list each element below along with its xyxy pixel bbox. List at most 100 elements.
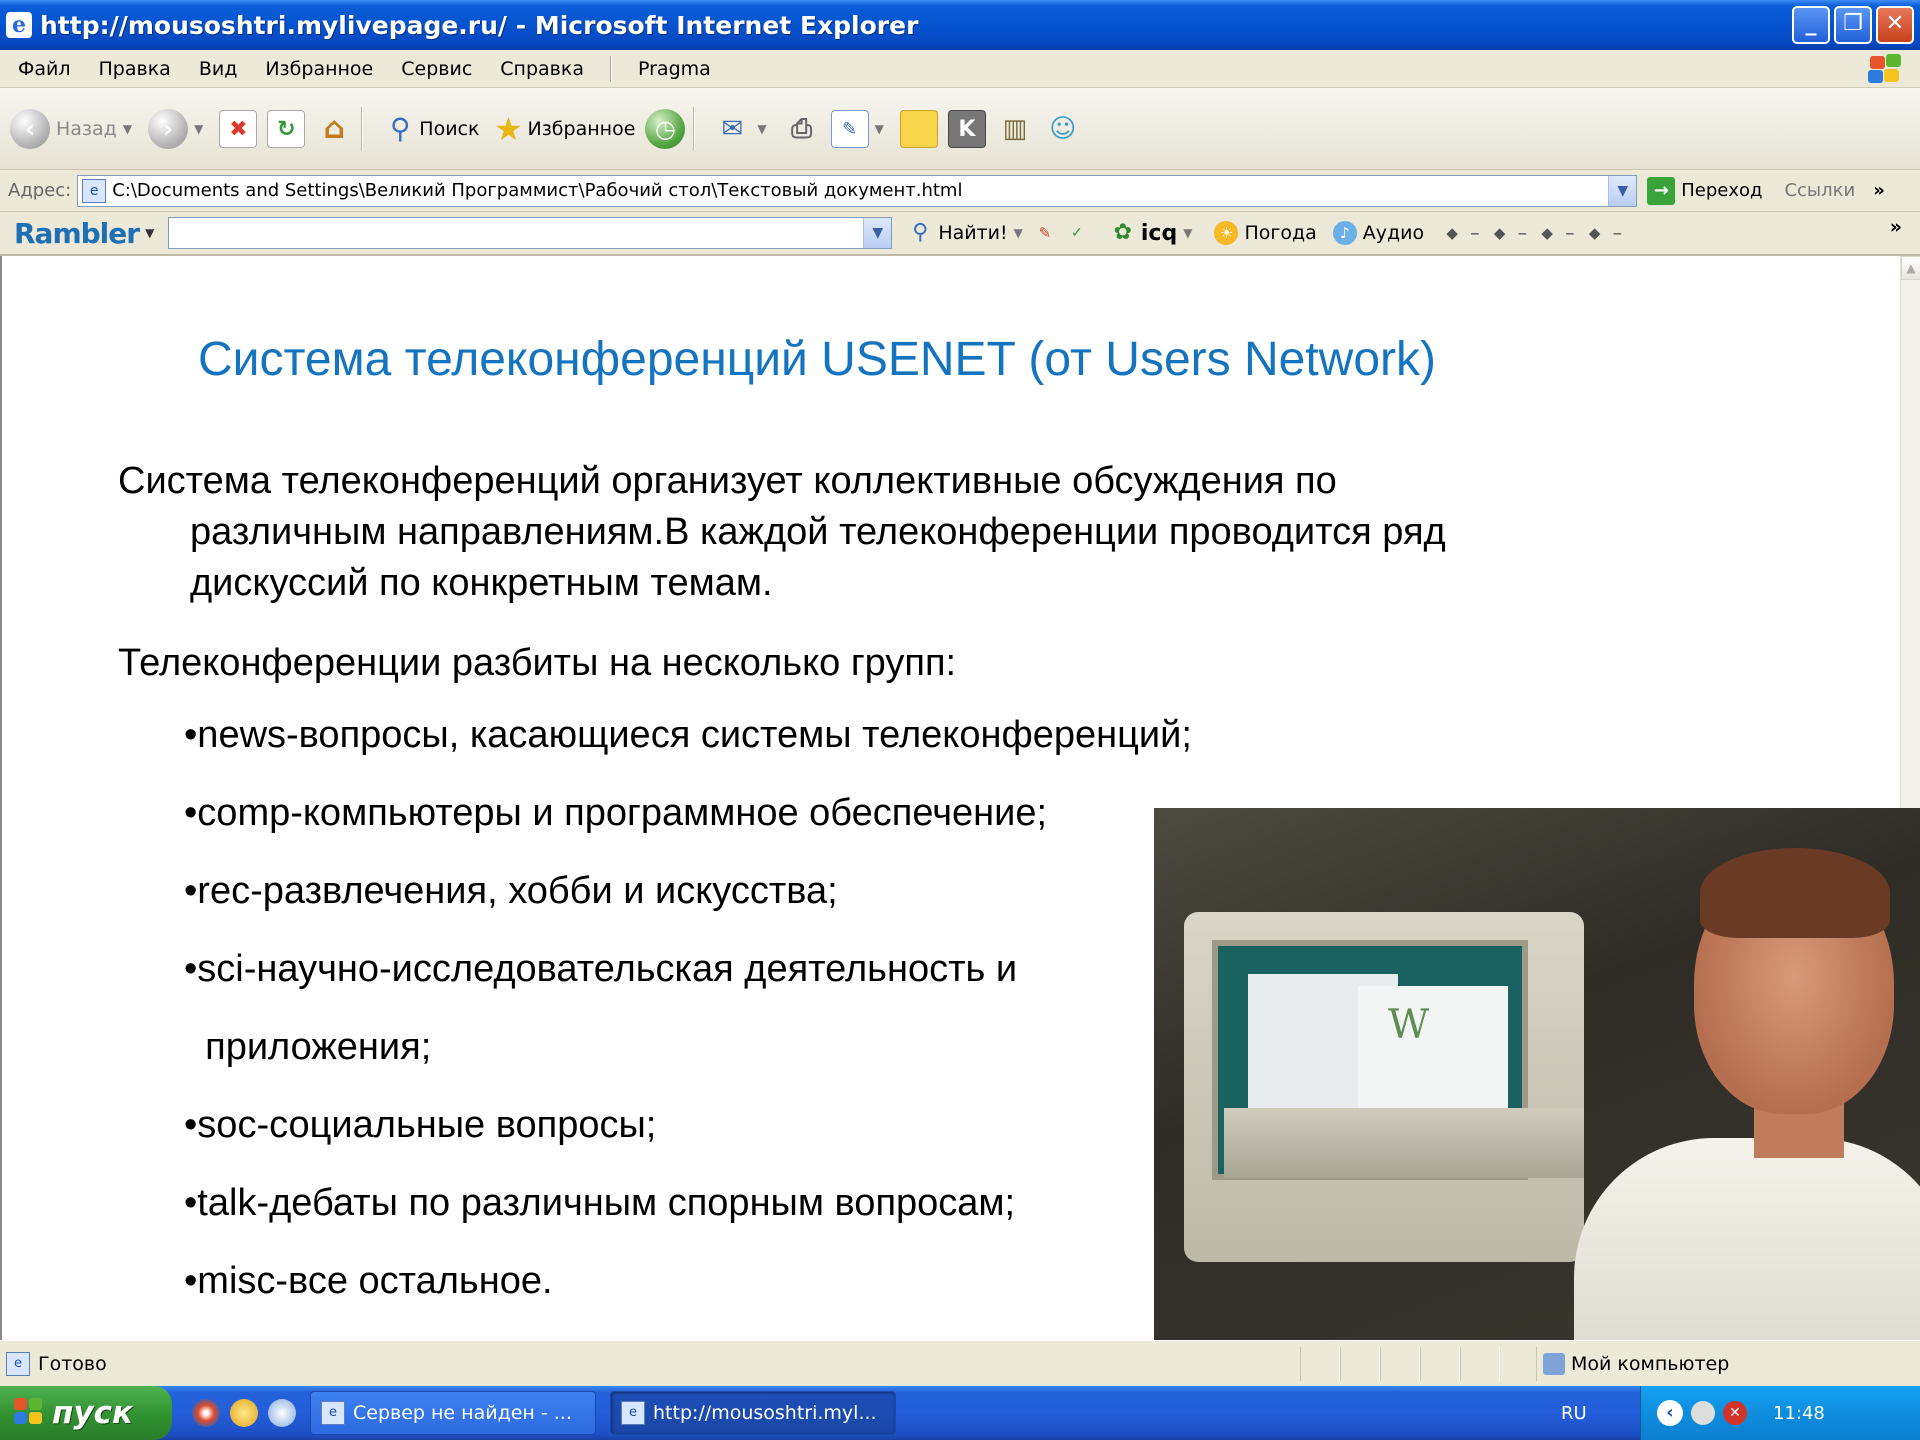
favorites-button[interactable]: ★ Избранное	[489, 110, 635, 148]
back-dropdown-icon[interactable]: ▼	[123, 122, 132, 136]
forward-button[interactable]: › ▼	[148, 108, 209, 149]
winamp-icon[interactable]	[230, 1399, 258, 1427]
pencil-icon: ✎	[1038, 224, 1052, 242]
sticky-note-icon	[899, 109, 938, 148]
find-label: Найти!	[938, 222, 1008, 244]
back-label: Назад	[56, 117, 117, 140]
address-dropdown-icon[interactable]: ▼	[1608, 175, 1637, 206]
address-label: Адрес:	[8, 180, 72, 201]
menu-pragma[interactable]: Pragma	[624, 58, 725, 80]
minimize-button[interactable]: _	[1792, 6, 1830, 44]
toolbar-separator	[361, 106, 364, 151]
tool-icon: ◆	[1446, 224, 1458, 242]
mail-dropdown-icon[interactable]: ▼	[757, 122, 766, 136]
maximize-button[interactable]: ❐	[1834, 6, 1872, 44]
find-dropdown-icon[interactable]: ▼	[1014, 226, 1023, 240]
status-bar: e Готово Мой компьютер	[0, 1340, 1920, 1386]
links-more-icon[interactable]: »	[1873, 180, 1885, 201]
scroll-up-icon[interactable]: ▲	[1901, 256, 1920, 280]
bullet-misc: •misc-все остальное.	[184, 1260, 553, 1302]
rambler-search-input[interactable]: ▼	[168, 217, 893, 249]
menu-tools[interactable]: Сервис	[387, 58, 486, 80]
weather-button[interactable]: ☀ Погода	[1214, 221, 1317, 245]
status-text: Готово	[38, 1352, 107, 1375]
rambler-more-icon[interactable]: »	[1890, 216, 1902, 238]
menu-favorites[interactable]: Избранное	[251, 58, 387, 80]
intro-line-3: дискуссий по конкретным темам.	[190, 562, 773, 604]
back-button[interactable]: ‹ Назад ▼	[10, 108, 138, 149]
edit-dropdown-icon[interactable]: ▼	[875, 122, 884, 136]
spellcheck-icon: ✓	[1070, 225, 1083, 241]
research-button[interactable]: ▥	[996, 110, 1034, 148]
network-icon[interactable]	[1691, 1401, 1715, 1425]
home-button[interactable]: ⌂	[315, 110, 353, 148]
address-input[interactable]: e C:\Documents and Settings\Великий Прог…	[77, 174, 1638, 207]
spellcheck-button[interactable]: ✓	[1065, 221, 1095, 245]
sun-icon: ☀	[1214, 221, 1239, 245]
ie-quicklaunch-icon[interactable]	[268, 1399, 296, 1427]
task-mousoshtri[interactable]: e http://mousoshtri.myl...	[610, 1391, 896, 1435]
menu-edit[interactable]: Правка	[85, 58, 185, 80]
start-label: пуск	[52, 1395, 134, 1431]
k-button[interactable]: K	[947, 109, 986, 148]
task-server-not-found[interactable]: e Сервер не найден - ...	[310, 1391, 596, 1435]
rambler-logo[interactable]: Rambler	[14, 217, 140, 250]
print-button[interactable]: ⎙	[783, 110, 821, 148]
bullet-news: •news-вопросы, касающиеся системы телеко…	[184, 714, 1192, 756]
system-tray: RU ‹ ✕ 11:48	[1561, 1386, 1920, 1440]
opera-icon[interactable]	[192, 1399, 220, 1427]
photo-man-at-computer: W	[1154, 808, 1920, 1352]
go-button[interactable]: → Переход	[1647, 176, 1762, 205]
forward-dropdown-icon[interactable]: ▼	[194, 122, 203, 136]
language-indicator[interactable]: RU	[1561, 1403, 1587, 1424]
edit-button[interactable]: ✎ ▼	[830, 109, 890, 148]
task-label: Сервер не найден - ...	[353, 1402, 572, 1424]
history-button[interactable]: ◷	[645, 108, 686, 149]
history-icon: ◷	[645, 108, 686, 149]
menu-file[interactable]: Файл	[0, 58, 85, 80]
address-bar: Адрес: e C:\Documents and Settings\Велик…	[0, 170, 1920, 212]
tool-icon: ◆	[1541, 224, 1553, 242]
audio-button[interactable]: ♪ Аудио	[1332, 221, 1424, 245]
standard-toolbar: ‹ Назад ▼ › ▼ ✖ ↻ ⌂ ⚲ Поиск ★ Избранное …	[0, 88, 1920, 170]
groups-intro: Телеконференции разбиты на несколько гру…	[118, 642, 957, 684]
tool-icon: ◆	[1493, 224, 1506, 242]
clock[interactable]: 11:48	[1773, 1403, 1825, 1424]
rambler-search-dropdown-icon[interactable]: ▼	[863, 218, 892, 248]
rambler-find-button[interactable]: ⚲ Найти! ▼	[908, 221, 1029, 245]
menu-view[interactable]: Вид	[185, 58, 252, 80]
search-button[interactable]: ⚲ Поиск	[381, 110, 479, 148]
links-button[interactable]: Ссылки	[1784, 180, 1855, 201]
highlight-button[interactable]: ✎	[1033, 221, 1063, 245]
security-shield-icon[interactable]: ✕	[1723, 1401, 1747, 1425]
stop-button[interactable]: ✖	[219, 109, 258, 148]
page-status-icon: e	[6, 1351, 30, 1376]
rambler-dropdown-icon[interactable]: ▼	[145, 226, 154, 240]
icq-flower-icon: ✿	[1113, 220, 1133, 245]
star-icon: ★	[494, 109, 523, 148]
title-bar[interactable]: e http://mousoshtri.mylivepage.ru/ - Mic…	[0, 0, 1920, 50]
close-button[interactable]: ✕	[1876, 6, 1914, 44]
k-app-icon: K	[947, 109, 986, 148]
stop-icon: ✖	[219, 109, 258, 148]
magnifier-icon: ⚲	[912, 220, 929, 245]
edit-page-icon: ✎	[830, 109, 869, 148]
toolbar-separator	[693, 106, 696, 151]
notes-button[interactable]	[899, 109, 938, 148]
messenger-button[interactable]: ☺	[1044, 110, 1082, 148]
icq-dropdown-icon[interactable]: ▼	[1183, 226, 1192, 240]
extra-tools[interactable]: ◆ – ◆ – ◆ – ◆ –	[1440, 221, 1622, 245]
window-title: http://mousoshtri.mylivepage.ru/ - Micro…	[40, 10, 919, 40]
home-icon: ⌂	[323, 110, 346, 146]
menu-help[interactable]: Справка	[486, 58, 598, 80]
zone-label: Мой компьютер	[1571, 1353, 1730, 1375]
bullet-rec: •rec-развлечения, хобби и искусства;	[184, 870, 838, 912]
mail-button[interactable]: ✉ ▼	[713, 110, 772, 148]
icq-button[interactable]: ✿ icq ▼	[1111, 221, 1199, 246]
start-button[interactable]: пуск	[0, 1386, 172, 1440]
back-arrow-icon: ‹	[10, 108, 50, 149]
address-value: C:\Documents and Settings\Великий Програ…	[112, 180, 963, 201]
window-controls: _ ❐ ✕	[1792, 6, 1914, 44]
tray-expand-icon[interactable]: ‹	[1657, 1400, 1683, 1426]
refresh-button[interactable]: ↻	[267, 109, 306, 148]
